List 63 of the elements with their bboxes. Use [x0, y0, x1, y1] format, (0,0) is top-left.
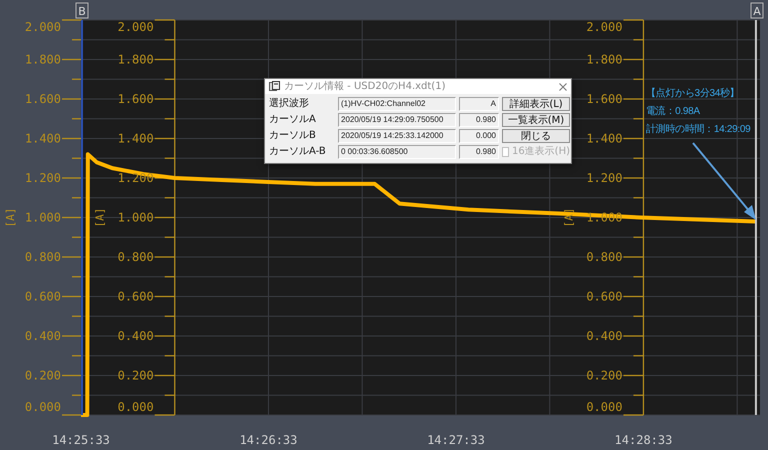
axis-label: 0.800	[586, 250, 622, 264]
axis-label: 1.000	[24, 210, 61, 224]
dialog-title: カーソル情報 - USD20のH4.xdt(1)	[284, 80, 446, 92]
cursor-marker[interactable]: A	[750, 2, 764, 18]
time-label: 14:26:33	[240, 433, 298, 447]
axis-label: 0.600	[586, 290, 622, 304]
reading-field: 0.980	[459, 145, 499, 159]
axis-label: 1.600	[586, 92, 622, 106]
axis-label: 0.400	[118, 329, 154, 343]
axis-label: 0.000	[586, 400, 622, 414]
reading-field: 0.000	[459, 129, 499, 143]
axis-label: 0.200	[586, 368, 622, 382]
axis-label: 0.200	[24, 368, 61, 382]
dialog-button[interactable]: 詳細表示(L)	[502, 97, 570, 111]
axis-label: 1.000	[118, 210, 154, 224]
axis-label: 1.400	[24, 132, 61, 146]
axis-label: 1.600	[118, 92, 154, 106]
reading-field: A	[459, 97, 499, 111]
value-field: 0 00:03:36.608500	[338, 145, 456, 159]
axis-label: 0.400	[586, 329, 622, 343]
axis-label: 0.600	[118, 290, 154, 304]
axis-label: 1.200	[586, 171, 622, 185]
cursor-line[interactable]	[754, 20, 757, 415]
axis-label: 0.800	[118, 250, 154, 264]
axis-label: 2.000	[24, 20, 61, 34]
axis-label: 0.800	[24, 250, 61, 264]
row-label: 選択波形	[269, 98, 310, 110]
callout-text: 【点灯から3分34秒】	[646, 88, 740, 100]
callout-text: 計測時の時間：14:29:09	[646, 124, 750, 136]
reading-field: 0.980	[459, 113, 499, 127]
axis-label: 1.200	[118, 171, 154, 185]
cursor-marker[interactable]: B	[76, 2, 88, 18]
row-label: カーソルB	[269, 130, 317, 142]
axis-label: 0.400	[24, 329, 61, 343]
axis-label: 1.800	[586, 52, 622, 66]
axis-label: 2.000	[586, 20, 622, 34]
axis-label: 0.600	[24, 290, 61, 304]
axis-label: 1.400	[586, 132, 622, 146]
time-label: 14:27:33	[427, 433, 485, 447]
unit-label: [A]	[4, 208, 17, 228]
axis-label: 2.000	[118, 20, 154, 34]
axis-label: 0.000	[24, 400, 61, 414]
axis-label: 0.200	[118, 368, 154, 382]
callout-text: 電流：0.98A	[646, 106, 700, 118]
time-label: 14:28:33	[614, 433, 672, 447]
axis-label: 1.800	[24, 52, 61, 66]
dialog-button[interactable]: 一覧表示(M)	[502, 113, 570, 127]
axis-label: 0.000	[118, 400, 154, 414]
axis-label: 1.400	[118, 132, 154, 146]
unit-label: [A]	[94, 208, 107, 228]
time-label: 14:25:33	[52, 433, 110, 447]
row-label: カーソルA-B	[269, 146, 327, 158]
value-field: 2020/05/19 14:29:09.750500	[338, 113, 456, 127]
value-field: 2020/05/19 14:25:33.142000	[338, 129, 456, 143]
axis-label: 1.600	[24, 92, 61, 106]
close-icon[interactable]	[559, 82, 567, 90]
dialog-button[interactable]: 閉じる	[502, 129, 570, 143]
unit-label: [A]	[562, 208, 576, 228]
axis-label: 1.200	[24, 171, 61, 185]
row-label: カーソルA	[269, 114, 317, 126]
window-icon	[269, 81, 280, 92]
axis-label: 1.800	[118, 52, 154, 66]
value-field: (1)HV-CH02:Channel02	[338, 97, 456, 111]
